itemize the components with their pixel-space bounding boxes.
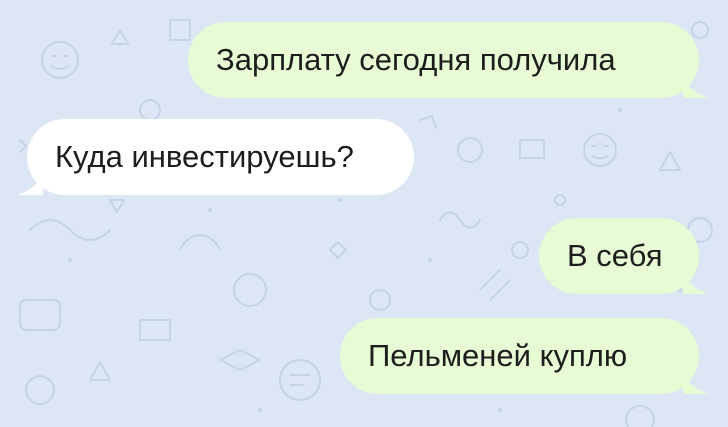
bubble-tail bbox=[683, 272, 709, 294]
message-text: Зарплату сегодня получила bbox=[216, 42, 616, 77]
message-text: В себя bbox=[567, 238, 663, 273]
message-outgoing-2[interactable]: В себя bbox=[539, 218, 709, 294]
message-text: Пельменей куплю bbox=[368, 338, 628, 373]
bubble-tail bbox=[17, 173, 43, 195]
bubble-tail bbox=[683, 372, 709, 394]
message-outgoing-3[interactable]: Пельменей куплю bbox=[340, 318, 709, 394]
message-outgoing-1[interactable]: Зарплату сегодня получила bbox=[188, 22, 709, 98]
bubble-tail bbox=[683, 76, 709, 98]
message-text: Куда инвестируешь? bbox=[55, 139, 354, 174]
message-incoming-1[interactable]: Куда инвестируешь? bbox=[17, 119, 414, 195]
